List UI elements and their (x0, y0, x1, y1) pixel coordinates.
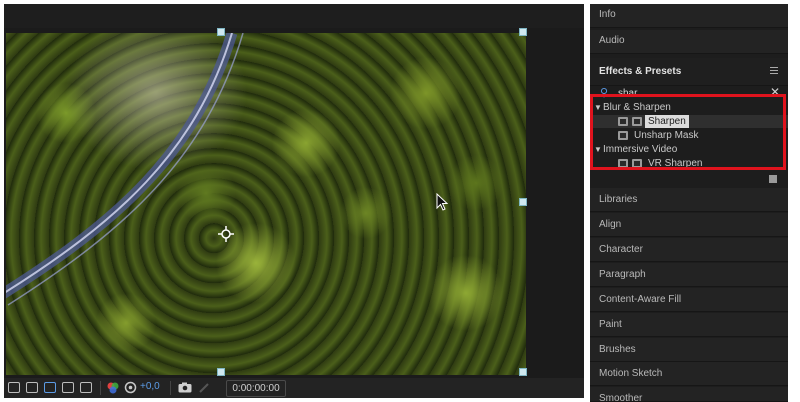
exposure-value[interactable]: +0,0 (140, 381, 160, 392)
toolbar-divider (100, 381, 101, 395)
tab-label: Paragraph (599, 269, 646, 280)
tab-content-aware-fill[interactable]: Content-Aware Fill (590, 288, 788, 312)
effects-presets-title: Effects & Presets (599, 66, 682, 77)
anchor-point-icon[interactable] (218, 226, 234, 242)
tab-label: Info (599, 9, 616, 20)
tab-character[interactable]: Character (590, 238, 788, 262)
after-effects-window: +0,0 0:00:00:00 Info Audio Effects & Pre… (0, 0, 800, 402)
tab-label: Brushes (599, 344, 636, 355)
annotation-highlight-box (590, 94, 786, 170)
always-preview-icon[interactable] (8, 382, 20, 393)
tab-label: Character (599, 244, 643, 255)
panel-menu-icon[interactable] (770, 67, 778, 74)
tab-label: Libraries (599, 194, 638, 205)
color-channels-icon[interactable] (106, 381, 120, 395)
tab-label: Audio (599, 35, 625, 46)
tab-smoother[interactable]: Smoother (590, 387, 788, 402)
road-lines (6, 33, 244, 306)
tab-paint[interactable]: Paint (590, 313, 788, 337)
snapshot-camera-icon[interactable] (178, 382, 192, 393)
tab-label: Motion Sketch (599, 368, 663, 379)
tab-libraries[interactable]: Libraries (590, 188, 788, 212)
viewer-top-bar (4, 4, 584, 28)
transform-handle[interactable] (519, 198, 527, 206)
show-snapshot-icon[interactable] (198, 382, 210, 394)
transform-handle[interactable] (519, 368, 527, 376)
tab-label: Smoother (599, 393, 643, 402)
tab-paragraph[interactable]: Paragraph (590, 263, 788, 287)
new-bin-icon[interactable] (769, 175, 777, 183)
mask-path-icon[interactable] (44, 382, 56, 393)
transparency-grid-icon[interactable] (80, 382, 92, 393)
transform-handle[interactable] (217, 368, 225, 376)
transform-handle[interactable] (519, 28, 527, 36)
effects-presets-header[interactable]: Effects & Presets (590, 58, 788, 86)
tab-info[interactable]: Info (590, 4, 788, 28)
tab-label: Align (599, 219, 622, 230)
toolbar-divider (170, 381, 171, 395)
transform-handle[interactable] (217, 28, 225, 36)
current-time-field[interactable]: 0:00:00:00 (226, 380, 286, 397)
grid-guides-icon[interactable] (26, 382, 38, 393)
region-of-interest-icon[interactable] (62, 382, 74, 393)
mouse-cursor-icon (436, 193, 448, 211)
tab-audio[interactable]: Audio (590, 30, 788, 54)
tab-motion-sketch[interactable]: Motion Sketch (590, 362, 788, 386)
viewer-toolbar: +0,0 0:00:00:00 (4, 378, 584, 398)
right-panel-stack: Info Audio Effects & Presets ⚲ ✕ ▼ Blur … (590, 4, 788, 402)
tab-brushes[interactable]: Brushes (590, 338, 788, 362)
tab-label: Content-Aware Fill (599, 294, 682, 305)
reset-exposure-icon[interactable] (124, 381, 137, 394)
tab-label: Paint (599, 319, 622, 330)
tab-align[interactable]: Align (590, 213, 788, 237)
window-edge (788, 4, 796, 398)
composition-viewer: +0,0 0:00:00:00 (4, 4, 584, 398)
composition-frame[interactable] (6, 33, 526, 375)
